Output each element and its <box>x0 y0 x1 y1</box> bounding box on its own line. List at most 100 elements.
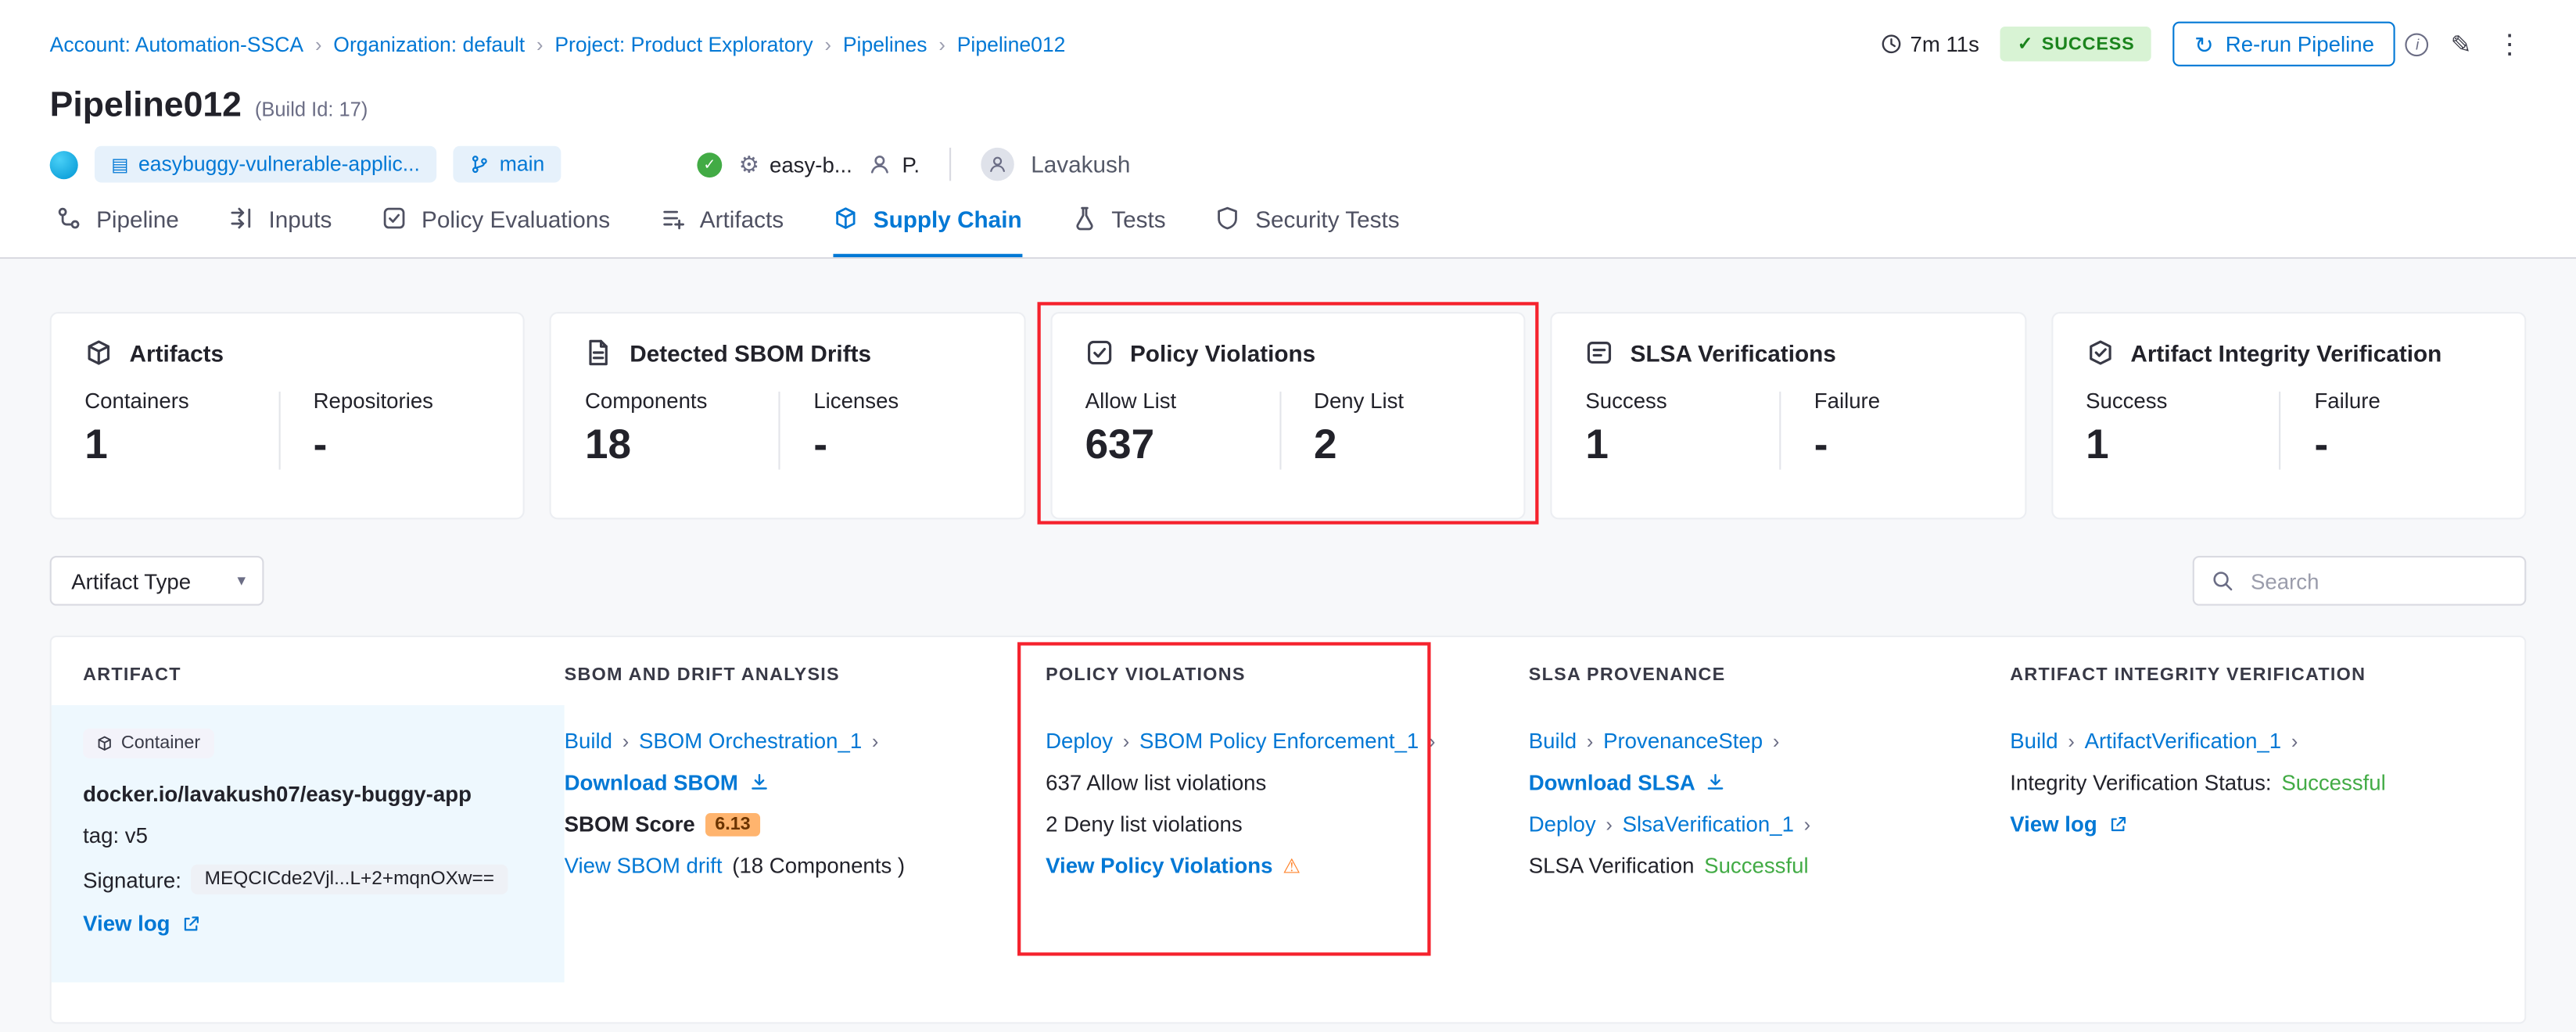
rerun-label: Re-run Pipeline <box>2226 31 2374 56</box>
policy-step-link[interactable]: SBOM Policy Enforcement_1 <box>1139 729 1419 754</box>
artifacts-box-icon <box>84 339 113 367</box>
policy-check-icon <box>1085 339 1114 367</box>
integrity-box-icon <box>2086 339 2114 367</box>
sbom-stage-link[interactable]: Build <box>565 729 612 754</box>
search-input[interactable] <box>2248 567 2508 595</box>
divider <box>278 392 280 470</box>
view-log-link[interactable]: View log <box>83 911 170 936</box>
summary-card-policy-violations: Policy Violations Allow List 637 Deny Li… <box>1050 312 1526 519</box>
integrity-status-label: Integrity Verification Status: <box>2010 770 2271 795</box>
metric-value: 637 <box>1085 421 1279 470</box>
summary-cards: Artifacts Containers 1 Repositories - <box>50 312 2527 519</box>
chevron-right-icon: › <box>622 729 629 753</box>
repo-name: easybuggy-vulnerable-applic... <box>138 152 420 176</box>
policy-stage-link[interactable]: Deploy <box>1046 729 1113 754</box>
execution-duration: 7m 11s <box>1880 31 1979 56</box>
view-sbom-drift-link[interactable]: View SBOM drift <box>565 853 723 878</box>
page: Account: Automation-SSCA › Organization:… <box>0 0 2576 1032</box>
download-sbom-link[interactable]: Download SBOM <box>565 770 738 795</box>
integrity-cell: Build › ArtifactVerification_1 › Integri… <box>2010 705 2493 982</box>
breadcrumb-pipelines[interactable]: Pipelines <box>843 32 927 56</box>
repository-icon: ▤ <box>111 153 128 175</box>
user-short-item[interactable]: P. <box>869 152 920 177</box>
artifacts-list-icon <box>660 206 685 231</box>
tab-inputs[interactable]: Inputs <box>229 182 332 257</box>
search-icon <box>2211 569 2234 593</box>
execution-meta: ▤ easybuggy-vulnerable-applic... main ✓ … <box>0 126 2576 182</box>
chevron-right-icon: › <box>938 32 945 56</box>
success-check-icon: ✓ <box>698 152 723 177</box>
tab-tests[interactable]: Tests <box>1071 182 1165 257</box>
person-icon <box>988 154 1007 174</box>
container-badge-label: Container <box>121 733 200 753</box>
metric-value: 2 <box>1314 421 1498 470</box>
integrity-stage-link[interactable]: Build <box>2010 729 2058 754</box>
sbom-cell: Build › SBOM Orchestration_1 › Download … <box>565 705 1046 982</box>
info-icon[interactable]: i <box>2406 32 2429 56</box>
inputs-icon <box>229 206 254 231</box>
slsa-step-link[interactable]: ProvenanceStep <box>1603 729 1763 754</box>
breadcrumb-project[interactable]: Project: Product Exploratory <box>554 32 813 56</box>
download-icon <box>748 772 770 794</box>
card-title: Artifacts <box>130 339 224 366</box>
artifact-type-label: Artifact Type <box>71 568 191 593</box>
service-item[interactable]: ⚙ easy-b... <box>739 150 852 178</box>
tab-policy-evaluations[interactable]: Policy Evaluations <box>382 182 610 257</box>
sbom-score-badge: 6.13 <box>705 812 760 836</box>
summary-card-slsa-verifications: SLSA Verifications Success 1 Failure - <box>1551 312 2026 519</box>
artifact-type-select[interactable]: Artifact Type ▾ <box>50 556 264 606</box>
tab-label: Inputs <box>268 205 332 231</box>
view-policy-violations-link[interactable]: View Policy Violations <box>1046 853 1272 878</box>
build-id: (Build Id: 17) <box>255 98 368 121</box>
tab-supply-chain[interactable]: Supply Chain <box>834 182 1022 257</box>
branch-pill[interactable]: main <box>453 146 561 183</box>
metric-value: - <box>314 421 497 470</box>
slsa-verify-step-link[interactable]: SlsaVerification_1 <box>1623 812 1794 837</box>
divider <box>1279 392 1280 470</box>
tab-artifacts[interactable]: Artifacts <box>660 182 784 257</box>
container-type-badge: Container <box>83 729 213 758</box>
chevron-right-icon: › <box>1606 812 1612 836</box>
artifacts-table: ARTIFACT SBOM AND DRIFT ANALYSIS POLICY … <box>50 636 2527 1024</box>
column-header-artifact: ARTIFACT <box>83 665 565 685</box>
search-box <box>2193 556 2527 606</box>
metric-value: 1 <box>1585 421 1779 470</box>
module-icon <box>50 150 78 178</box>
breadcrumb-account[interactable]: Account: Automation-SSCA <box>50 32 303 56</box>
metric-value: 1 <box>2086 421 2280 470</box>
view-log-link[interactable]: View log <box>2010 812 2097 837</box>
execution-tabs: Pipeline Inputs Policy Evaluations Artif… <box>0 182 2576 259</box>
page-title: Pipeline012 <box>50 86 242 126</box>
chevron-right-icon: › <box>1587 729 1593 753</box>
tab-security-tests[interactable]: Security Tests <box>1215 182 1399 257</box>
card-title: Artifact Integrity Verification <box>2130 339 2441 366</box>
rerun-pipeline-button[interactable]: ↻ Re-run Pipeline <box>2172 22 2395 66</box>
kebab-menu-icon[interactable]: ⋮ <box>2493 27 2526 60</box>
table-row: Container docker.io/lavakush07/easy-bugg… <box>52 705 2524 982</box>
repo-pill[interactable]: ▤ easybuggy-vulnerable-applic... <box>95 146 436 183</box>
download-slsa-link[interactable]: Download SLSA <box>1529 770 1695 795</box>
status-badge: ✓ SUCCESS <box>2001 27 2151 62</box>
breadcrumb-organization[interactable]: Organization: default <box>333 32 525 56</box>
slsa-verification-label: SLSA Verification <box>1529 853 1695 878</box>
sbom-score-label: SBOM Score <box>565 812 695 837</box>
metric-value: - <box>1814 421 1998 470</box>
slsa-verify-stage-link[interactable]: Deploy <box>1529 812 1596 837</box>
edit-pipeline-icon[interactable]: ✎ <box>2451 29 2472 59</box>
service-name: easy-b... <box>770 152 852 177</box>
tab-label: Supply Chain <box>874 205 1022 231</box>
breadcrumb-pipeline012[interactable]: Pipeline012 <box>957 32 1066 56</box>
triggered-by-user: Lavakush <box>1031 151 1130 177</box>
check-icon: ✓ <box>2018 33 2033 55</box>
tab-pipeline[interactable]: Pipeline <box>56 182 179 257</box>
integrity-step-link[interactable]: ArtifactVerification_1 <box>2085 729 2282 754</box>
slsa-stage-link[interactable]: Build <box>1529 729 1577 754</box>
metric-label: Licenses <box>813 389 997 414</box>
metric-label: Failure <box>2314 389 2498 414</box>
sbom-step-link[interactable]: SBOM Orchestration_1 <box>639 729 862 754</box>
card-title: Policy Violations <box>1130 339 1315 366</box>
chevron-right-icon: › <box>2068 729 2074 753</box>
tab-label: Artifacts <box>700 205 784 231</box>
chevron-right-icon: › <box>1123 729 1129 753</box>
column-header-policy-violations: POLICY VIOLATIONS <box>1046 665 1529 685</box>
